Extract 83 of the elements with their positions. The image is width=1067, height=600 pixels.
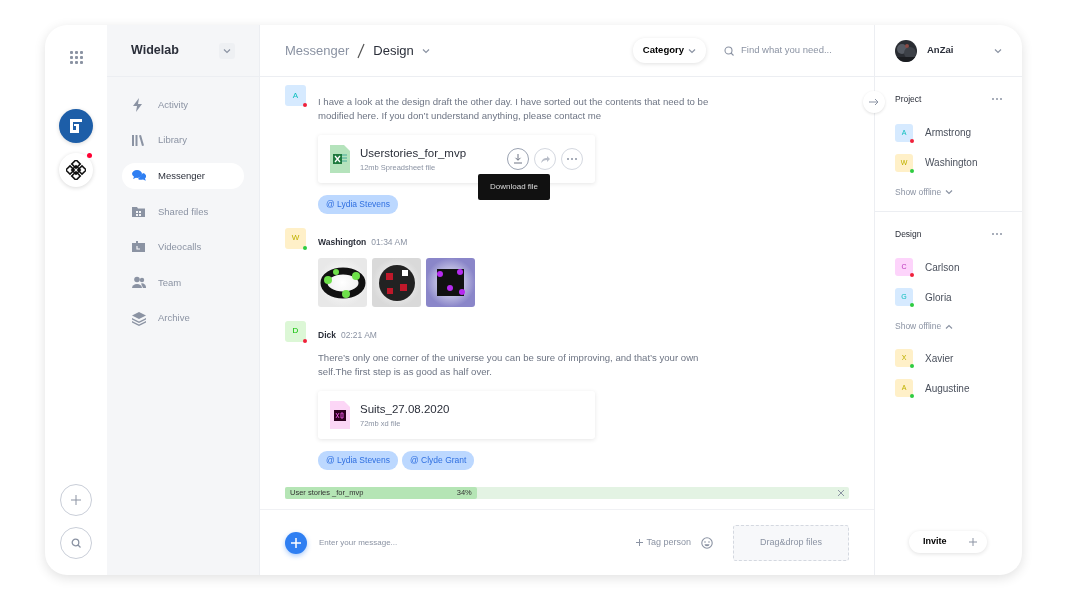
sidebar-item[interactable]: Archive (122, 305, 244, 332)
avatar-letter: A (292, 89, 299, 102)
workspace-logo[interactable] (59, 153, 93, 187)
tooltip: Download file (478, 174, 551, 200)
member-name[interactable]: Armstrong (925, 125, 972, 141)
pattern-icon (66, 160, 86, 180)
notification-dot (87, 153, 92, 158)
drop-zone[interactable]: Drag&drop files (733, 524, 849, 561)
breadcrumb-link[interactable]: Messenger (285, 40, 350, 61)
arrow-icon (869, 98, 879, 106)
design-file-icon (330, 400, 350, 429)
category-dropdown[interactable]: Category (632, 38, 706, 63)
author-name: Dick (318, 329, 336, 340)
attach-button[interactable] (285, 531, 307, 554)
message-text: There’s only one corner of the universe you can be sure of improving, and that’s your own self.The first step is as good as half over. (318, 350, 700, 379)
sidebar-item[interactable]: Activity (122, 92, 244, 118)
more-icon[interactable] (992, 98, 1002, 101)
member-name[interactable]: Xavier (925, 350, 954, 366)
sidebar-item[interactable]: Messenger (122, 163, 244, 190)
file-name: Suits_27.08.2020 (360, 401, 451, 417)
close-icon[interactable] (838, 490, 844, 496)
member-name[interactable]: Washington (925, 155, 978, 171)
folder-icon (132, 204, 146, 219)
search-field[interactable]: Find what you need... (739, 42, 849, 59)
plus-icon (969, 538, 977, 546)
add-button[interactable] (60, 484, 92, 516)
author-name: Washington (318, 236, 367, 247)
books-icon (132, 133, 146, 148)
slash-icon (357, 42, 366, 59)
layers-icon (132, 311, 146, 326)
download-button[interactable] (507, 148, 529, 170)
caret-icon[interactable] (994, 47, 1002, 54)
caret-icon (945, 189, 954, 196)
member-name[interactable]: Augustine (925, 380, 970, 396)
grid-icon (69, 50, 83, 64)
emoji-icon[interactable] (701, 536, 713, 549)
spreadsheet-icon (330, 145, 350, 173)
message-time: 02:21 AM (340, 329, 377, 340)
breadcrumb-current: Design (373, 41, 414, 60)
search-button[interactable] (60, 527, 92, 559)
workspace-dropdown[interactable] (219, 42, 235, 59)
invite-button[interactable]: Invite (909, 531, 987, 553)
user-name: AnZai (927, 43, 955, 58)
mention-tag[interactable]: @ Clyde Grant (402, 450, 475, 470)
show-offline-toggle[interactable]: Show offline (895, 320, 954, 333)
search-icon (71, 538, 81, 548)
mention-tag[interactable]: @ Lydia Stevens (318, 450, 399, 470)
tag-person-button[interactable]: Tag person (636, 535, 691, 550)
workspace-title: Widelab (131, 42, 179, 60)
sidebar-item[interactable]: Shared files (122, 198, 244, 225)
people-icon (132, 275, 146, 290)
plus-icon (71, 495, 81, 505)
plus-icon (636, 539, 644, 546)
share-icon (540, 154, 550, 164)
message-input[interactable]: Enter your message... (317, 535, 627, 550)
share-button[interactable] (534, 148, 556, 170)
sidebar-item[interactable]: Team (122, 269, 244, 296)
more-button[interactable] (561, 148, 583, 170)
group-title: Project (895, 93, 922, 106)
plus-icon (291, 537, 301, 548)
avatar-letter: D (292, 325, 299, 338)
calendar-icon (132, 240, 146, 255)
search-icon (724, 45, 734, 56)
member-name[interactable]: Carlson (925, 259, 960, 275)
chat-icon (132, 169, 146, 184)
more-icon[interactable] (992, 232, 1002, 235)
message-time: 01:34 AM (371, 236, 408, 247)
file-name: Userstories_for_mvp (360, 145, 468, 161)
group-title: Design (895, 227, 922, 241)
show-offline-toggle[interactable]: Show offline (895, 185, 954, 199)
caret-icon (688, 47, 696, 54)
download-icon (513, 154, 523, 164)
sidebar-item[interactable]: Library (122, 127, 244, 154)
workspace-logo[interactable] (59, 109, 93, 143)
sidebar-item[interactable]: Videocalls (122, 234, 244, 261)
message-text: I have a look at the design draft the other day. I have sorted out the contents that need to be modified here. If you don’t understand anything, please contact me (318, 95, 710, 123)
caret-icon[interactable] (421, 47, 430, 54)
caret-icon (223, 47, 231, 54)
avatar-letter: W (291, 232, 300, 245)
collapse-button[interactable] (863, 91, 885, 113)
mention-tag[interactable]: @ Lydia Stevens (318, 195, 399, 214)
caret-icon (945, 323, 954, 330)
member-name[interactable]: Gloria (925, 289, 952, 305)
